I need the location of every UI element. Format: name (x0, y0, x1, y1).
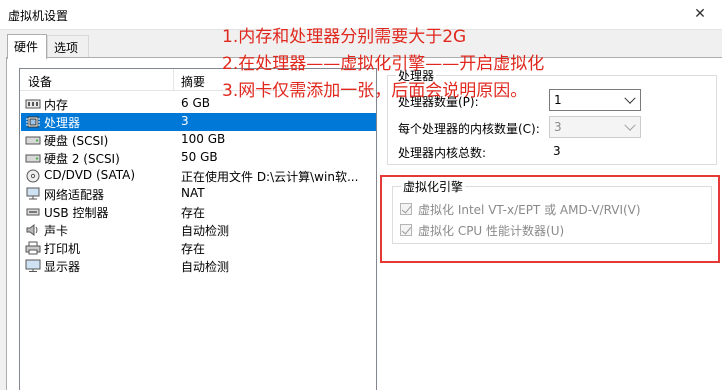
device-row-hard-disk[interactable]: 硬盘 (SCSI) 100 GB (21, 131, 376, 149)
processor-icon (25, 115, 41, 129)
device-list: 设备 摘要 内存 6 GB 处理器 3 硬盘 (SCSI) 100 GB 硬盘 … (19, 68, 377, 390)
device-name: 声卡 (44, 224, 69, 238)
processor-count-select[interactable]: 1 (549, 89, 641, 111)
device-row-processor[interactable]: 处理器 3 (21, 113, 376, 131)
device-name: CD/DVD (SATA) (44, 168, 136, 182)
annotation-line-3: 3.网卡仅需添加一张，后面会说明原因。 (222, 81, 528, 101)
printer-icon (25, 241, 41, 255)
column-divider[interactable] (173, 69, 174, 91)
device-name: 网络适配器 (44, 188, 105, 202)
cores-per-processor-label: 每个处理器的内核数量(C): (398, 122, 540, 136)
device-name: 显示器 (44, 260, 81, 274)
network-adapter-icon (25, 187, 41, 201)
device-row-network-adapter[interactable]: 网络适配器 NAT (21, 185, 376, 203)
chevron-down-icon (624, 92, 636, 104)
total-cores-value: 3 (553, 144, 561, 158)
column-header-summary[interactable]: 摘要 (181, 73, 205, 90)
cores-per-processor-value: 3 (554, 120, 562, 134)
cores-per-processor-select[interactable]: 3 (549, 116, 641, 138)
device-name: 硬盘 2 (SCSI) (44, 152, 120, 166)
device-row-printer[interactable]: 打印机 存在 (21, 239, 376, 257)
display-icon (25, 259, 41, 273)
device-row-cd-dvd[interactable]: CD/DVD (SATA) 正在使用文件 D:\云计算\win软... (21, 167, 376, 185)
tab-hardware[interactable]: 硬件 (7, 34, 47, 59)
device-name: 打印机 (44, 242, 81, 256)
device-row-sound-card[interactable]: 声卡 自动检测 (21, 221, 376, 239)
usb-controller-icon (25, 205, 41, 219)
device-summary: 存在 (181, 206, 206, 220)
device-row-display[interactable]: 显示器 自动检测 (21, 257, 376, 275)
close-button[interactable]: ✕ (678, 0, 722, 30)
device-summary: 3 (181, 114, 189, 128)
device-summary: 100 GB (181, 132, 226, 146)
memory-icon (25, 97, 41, 111)
highlight-box (380, 175, 720, 263)
device-summary: 自动检测 (181, 260, 230, 274)
window-title: 虚拟机设置 (8, 9, 69, 23)
device-summary: NAT (181, 186, 205, 200)
annotation-line-1: 1.内存和处理器分别需要大于2G (222, 27, 467, 47)
device-row-hard-disk-2[interactable]: 硬盘 2 (SCSI) 50 GB (21, 149, 376, 167)
annotation-line-2: 2.在处理器——虚拟化引擎——开启虚拟化 (222, 54, 545, 74)
total-cores-label: 处理器内核总数: (398, 146, 487, 160)
device-summary: 存在 (181, 242, 206, 256)
device-row-usb-controller[interactable]: USB 控制器 存在 (21, 203, 376, 221)
column-header-device[interactable]: 设备 (28, 73, 52, 90)
device-summary: 正在使用文件 D:\云计算\win软... (181, 170, 359, 184)
device-name: 处理器 (44, 116, 81, 130)
sound-card-icon (25, 223, 41, 237)
chevron-down-icon (624, 119, 636, 131)
processor-count-value: 1 (554, 93, 562, 107)
device-summary: 自动检测 (181, 224, 230, 238)
hard-disk-icon (25, 133, 41, 147)
tab-content: 设备 摘要 内存 6 GB 处理器 3 硬盘 (SCSI) 100 GB 硬盘 … (6, 57, 722, 390)
device-summary: 50 GB (181, 150, 218, 164)
tab-options[interactable]: 选项 (47, 35, 89, 58)
device-name: 内存 (44, 98, 69, 112)
device-name: USB 控制器 (44, 206, 109, 220)
cd-dvd-icon (25, 169, 41, 183)
device-name: 硬盘 (SCSI) (44, 134, 109, 148)
hard-disk-icon (25, 151, 41, 165)
settings-pane: 处理器 处理器数量(P): 1 每个处理器的内核数量(C): 3 处理器内核总数… (380, 58, 722, 390)
